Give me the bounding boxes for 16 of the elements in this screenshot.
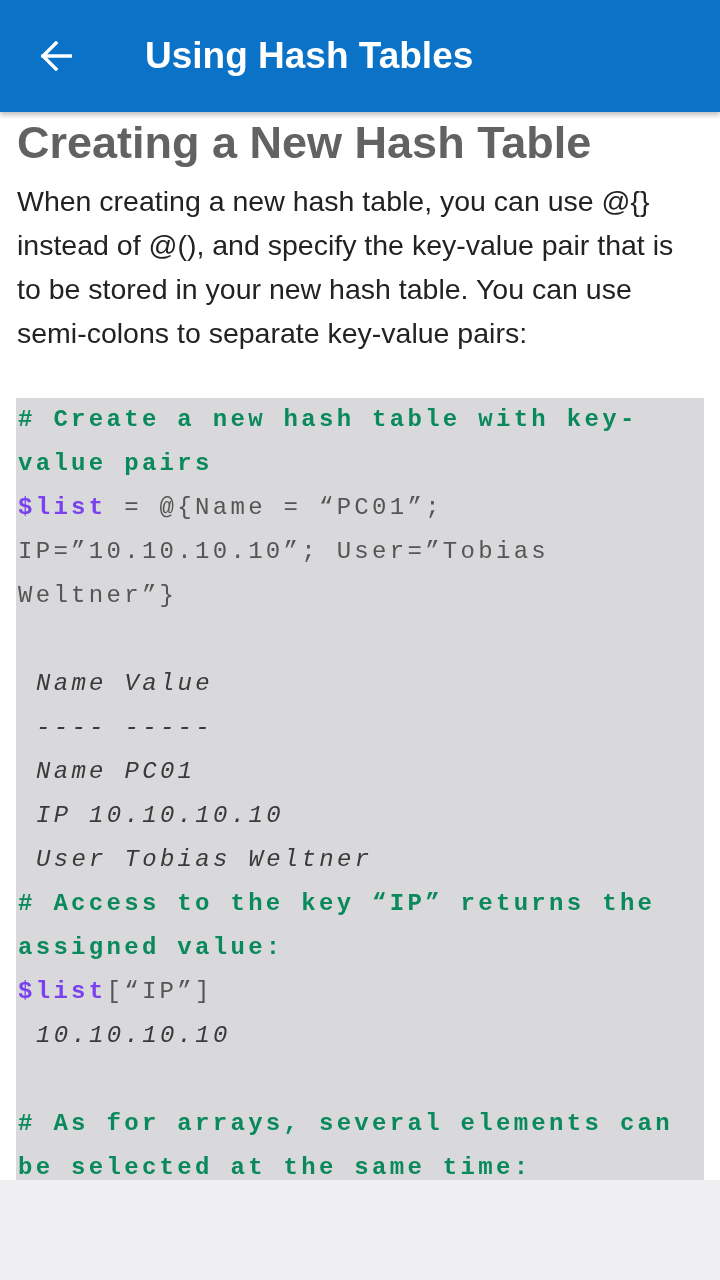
arrow-left-icon: [40, 41, 72, 71]
code-output: Name Value: [35, 669, 215, 699]
code-output: User Tobias Weltner: [35, 845, 374, 875]
code-output: IP 10.10.10.10: [35, 801, 285, 831]
code-line: $list[“IP”]: [18, 977, 214, 1007]
code-line: $list = @{Name = “PC01”; IP=”10.10.10.10”; User=”Tobias Weltner”}: [18, 493, 551, 611]
code-output: ---- -----: [35, 713, 215, 743]
code-comment: # As for arrays, several elements can be selected at the same time:: [18, 1109, 674, 1180]
code-output: 10.10.10.10: [35, 1021, 232, 1051]
code-comment: # Access to the key “IP” returns the assigned value:: [18, 889, 657, 963]
screen-title: Using Hash Tables: [145, 34, 474, 78]
section-heading: Creating a New Hash Table: [16, 118, 593, 168]
back-button[interactable]: [40, 41, 72, 71]
code-comment: # Create a new hash table with key-value pairs: [18, 405, 639, 479]
body-paragraph: When creating a new hash table, you can use @{} instead of @(), and specify the key-value pair that is to be stored in your new hash table. You can use semi-colons to separate key-value pairs:: [16, 184, 675, 351]
code-output: Name PC01: [35, 757, 197, 787]
